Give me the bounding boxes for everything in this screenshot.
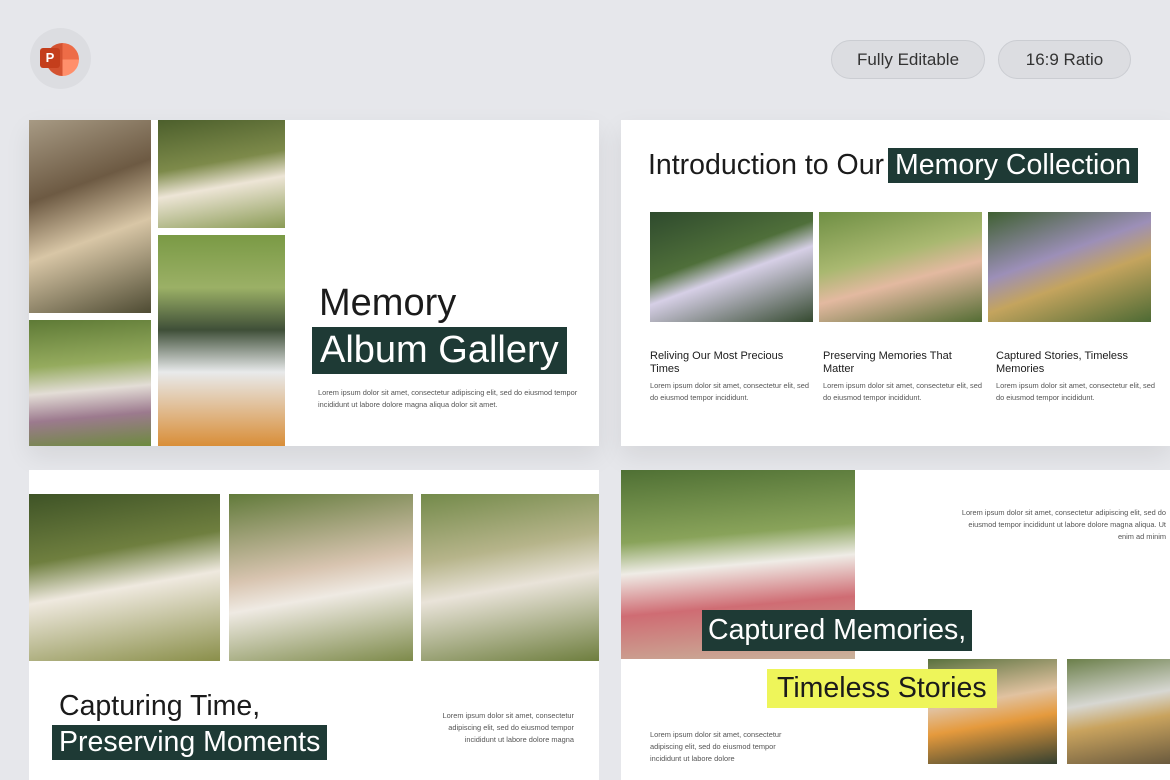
card2-body: Lorem ipsum dolor sit amet, consectetur … xyxy=(823,381,982,402)
family-sitting-photo xyxy=(421,494,599,661)
juice-glasses-photo xyxy=(158,235,285,446)
slide2-title-plain: Introduction to Our xyxy=(648,149,885,181)
woman-hat-photo xyxy=(29,320,151,446)
slide4-top-body: Lorem ipsum dolor sit amet, consectetur … xyxy=(961,508,1166,541)
fully-editable-badge: Fully Editable xyxy=(831,40,985,79)
slide4-title-line1: Captured Memories, xyxy=(702,610,973,651)
card3-title: Captured Stories, Timeless Memories xyxy=(996,350,1129,375)
slide1-body-text: Lorem ipsum dolor sit amet, consectetur … xyxy=(318,388,578,409)
slide3-title-line2: Preserving Moments xyxy=(52,725,328,760)
baby-parents-photo xyxy=(229,494,413,661)
slide-memory-collection[interactable]: Introduction to Our Memory Collection Rel… xyxy=(621,120,1170,446)
slide3-body-text: Lorem ipsum dolor sit amet, consectetur … xyxy=(442,711,574,744)
powerpoint-logo-icon: P xyxy=(30,28,91,89)
slide-preserving-moments[interactable]: Capturing Time, Preserving Moments Lorem… xyxy=(29,470,599,780)
card2-photo xyxy=(819,212,982,322)
slide-timeless-stories[interactable]: Lorem ipsum dolor sit amet, consectetur … xyxy=(621,470,1170,780)
logo-letter: P xyxy=(40,48,60,68)
slide1-title-line1: Memory xyxy=(319,282,457,324)
card3-photo xyxy=(988,212,1151,322)
slide3-title-line1: Capturing Time, xyxy=(59,690,261,722)
picnic-table-photo xyxy=(29,120,151,313)
slide-memory-album-gallery[interactable]: Memory Album Gallery Lorem ipsum dolor s… xyxy=(29,120,599,446)
card2-title: Preserving Memories That Matter xyxy=(823,350,952,375)
card1-body: Lorem ipsum dolor sit amet, consectetur … xyxy=(650,381,809,402)
card3-body: Lorem ipsum dolor sit amet, consectetur … xyxy=(996,381,1155,402)
slide1-title-line2: Album Gallery xyxy=(312,327,567,374)
slide2-title-highlight: Memory Collection xyxy=(888,148,1139,183)
couple-picnic-photo xyxy=(158,120,285,228)
slide4-title-line2: Timeless Stories xyxy=(767,669,997,708)
ratio-badge: 16:9 Ratio xyxy=(998,40,1131,79)
card1-title: Reliving Our Most Precious Times xyxy=(650,350,784,375)
family-grass-photo xyxy=(29,494,220,661)
slide4-bottom-body: Lorem ipsum dolor sit amet, consectetur … xyxy=(650,730,782,763)
card1-photo xyxy=(650,212,813,322)
glasses-picnic-photo xyxy=(1067,659,1170,764)
slide2-title: Introduction to Our Memory Collection xyxy=(648,148,1139,183)
